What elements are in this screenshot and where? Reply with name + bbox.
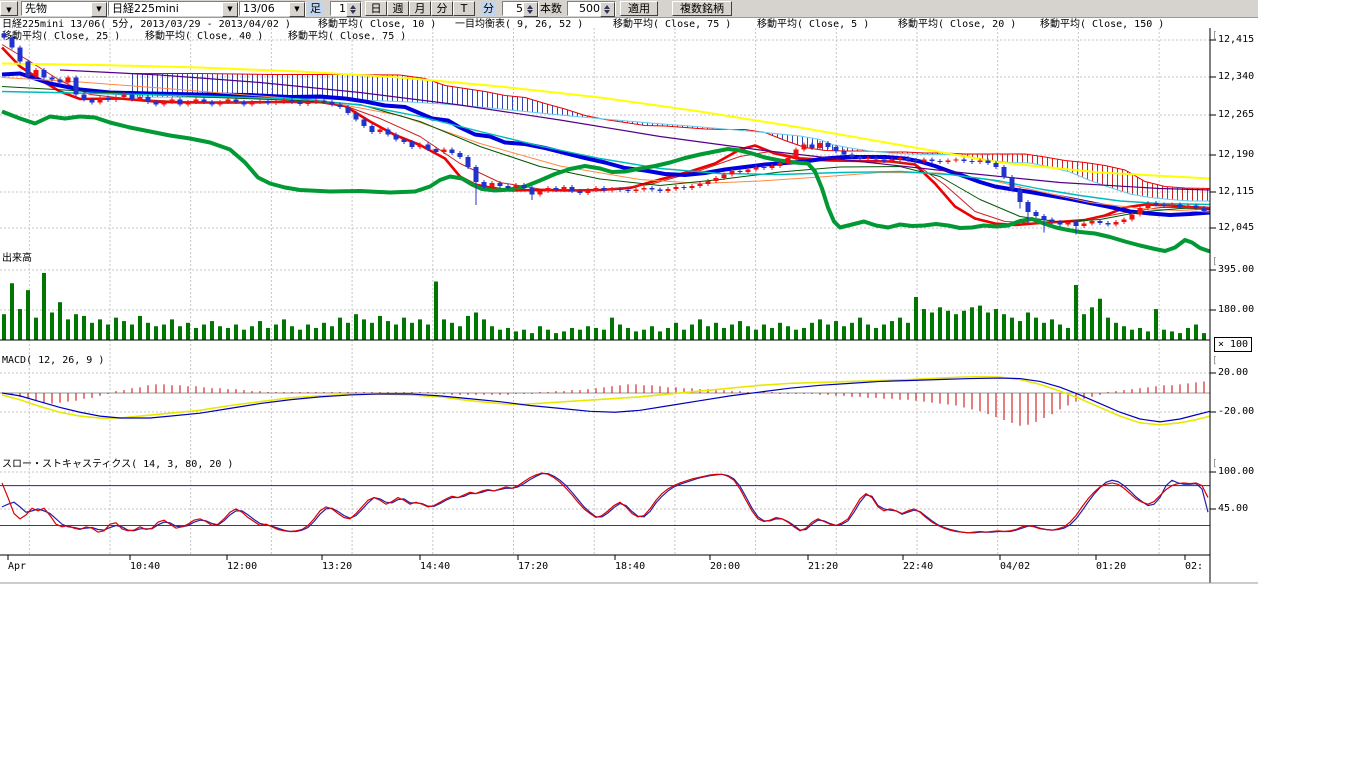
price-axis-label: 12,190	[1218, 149, 1254, 160]
chart-plot-area[interactable]	[0, 0, 1366, 768]
time-axis-label: Apr	[8, 561, 26, 572]
contract-combobox-value: 13/06	[243, 2, 275, 15]
bars-value: 500	[579, 2, 600, 15]
time-axis-label: 22:40	[903, 561, 933, 572]
spin-updown-icon[interactable]	[346, 2, 361, 17]
market-combobox-value: 先物	[25, 2, 47, 15]
chart-application-window: ▼ 先物 ▼ 日経225mini ▼ 13/06 ▼ 足 1 日 週 月 分 T…	[0, 0, 1366, 768]
macd-line	[2, 378, 1210, 422]
price-axis-label: 12,340	[1218, 71, 1254, 82]
stoch-axis-label: 100.00	[1218, 466, 1254, 477]
chikou-thick-green	[2, 112, 1210, 252]
ashi-label: 足	[308, 2, 323, 15]
period-day-button[interactable]: 日	[365, 1, 387, 16]
chevron-down-icon[interactable]: ▼	[289, 2, 305, 17]
period-week-button[interactable]: 週	[387, 1, 409, 16]
macd-axis-label: 20.00	[1218, 367, 1248, 378]
time-axis-label: 10:40	[130, 561, 160, 572]
time-axis-label: 12:00	[227, 561, 257, 572]
ma25-thick-blue	[2, 74, 1210, 216]
price-axis-label: 12,045	[1218, 222, 1254, 233]
ashi-count-spinner[interactable]: 1	[330, 1, 362, 16]
time-axis-label: 14:40	[420, 561, 450, 572]
time-axis-label: 17:20	[518, 561, 548, 572]
volume-panel[interactable]	[0, 273, 1210, 340]
stoch-k-line	[2, 473, 1208, 533]
chevron-down-icon[interactable]: ▼	[91, 2, 107, 17]
macd-axis-label: -20.00	[1218, 406, 1254, 417]
chevron-down-icon: ▼	[6, 6, 11, 14]
stochastics-panel[interactable]	[0, 473, 1210, 533]
time-axis-label: 20:00	[710, 561, 740, 572]
candlesticks	[2, 32, 1207, 235]
symbol-combobox[interactable]: 日経225mini ▼	[108, 1, 239, 16]
price-axis-label: 12,265	[1218, 109, 1254, 120]
stoch-d-line	[2, 474, 1208, 533]
price-axis-label: 12,415	[1218, 34, 1254, 45]
chevron-down-icon[interactable]: ▼	[222, 2, 238, 17]
stoch-axis-label: 45.00	[1218, 503, 1248, 514]
stoch-panel-label: スロー・ストキャスティクス( 14, 3, 80, 20 )	[2, 459, 233, 471]
volume-panel-label: 出来高	[2, 253, 32, 265]
axes	[0, 28, 1258, 583]
scale-bracket: [	[1212, 257, 1217, 267]
time-axis-label: 13:20	[322, 561, 352, 572]
market-combobox[interactable]: 先物 ▼	[21, 1, 108, 16]
time-axis-label: 21:20	[808, 561, 838, 572]
symbol-combobox-value: 日経225mini	[112, 2, 179, 15]
bars-value-spinner[interactable]: 500	[567, 1, 616, 16]
macd-signal-line	[2, 377, 1210, 425]
gridlines	[0, 28, 1210, 555]
time-axis-label: 01:20	[1096, 561, 1126, 572]
price-panel[interactable]	[2, 32, 1211, 252]
volume-axis-label: 180.00	[1218, 304, 1254, 315]
spin-updown-icon[interactable]	[600, 2, 615, 17]
time-axis-label: 04/02	[1000, 561, 1030, 572]
price-axis-label: 12,115	[1218, 186, 1254, 197]
ma75-cyan	[2, 92, 1210, 205]
scale-bracket: [	[1212, 31, 1217, 41]
apply-button[interactable]: 適用	[620, 1, 658, 16]
period-month-button[interactable]: 月	[409, 1, 431, 16]
spin-updown-icon[interactable]	[523, 2, 538, 17]
time-axis-label: 18:40	[615, 561, 645, 572]
ashi-count-value: 1	[339, 2, 346, 15]
period-tick-button[interactable]: T	[453, 1, 475, 16]
scale-bracket: [	[1212, 356, 1217, 366]
scale-bracket: [	[1212, 459, 1217, 469]
volume-multiplier-badge: × 100	[1214, 337, 1252, 352]
macd-panel-label: MACD( 12, 26, 9 )	[2, 355, 104, 367]
mini-dropdown-button[interactable]: ▼	[0, 1, 18, 16]
time-axis-label: 02:	[1185, 561, 1203, 572]
period-minute-button[interactable]: 分	[431, 1, 453, 16]
ma10-thin-red	[2, 45, 1210, 224]
volume-axis-label: 395.00	[1218, 264, 1254, 275]
multi-symbol-button[interactable]: 複数銘柄	[672, 1, 732, 16]
minute-value: 5	[516, 2, 523, 15]
toolbar: ▼ 先物 ▼ 日経225mini ▼ 13/06 ▼ 足 1 日 週 月 分 T…	[0, 0, 1258, 18]
minute-value-spinner[interactable]: 5	[502, 1, 539, 16]
contract-combobox[interactable]: 13/06 ▼	[239, 1, 306, 16]
bars-label: 本数	[540, 2, 562, 15]
macd-panel[interactable]	[0, 377, 1210, 426]
minute-unit-label: 分	[481, 2, 496, 15]
